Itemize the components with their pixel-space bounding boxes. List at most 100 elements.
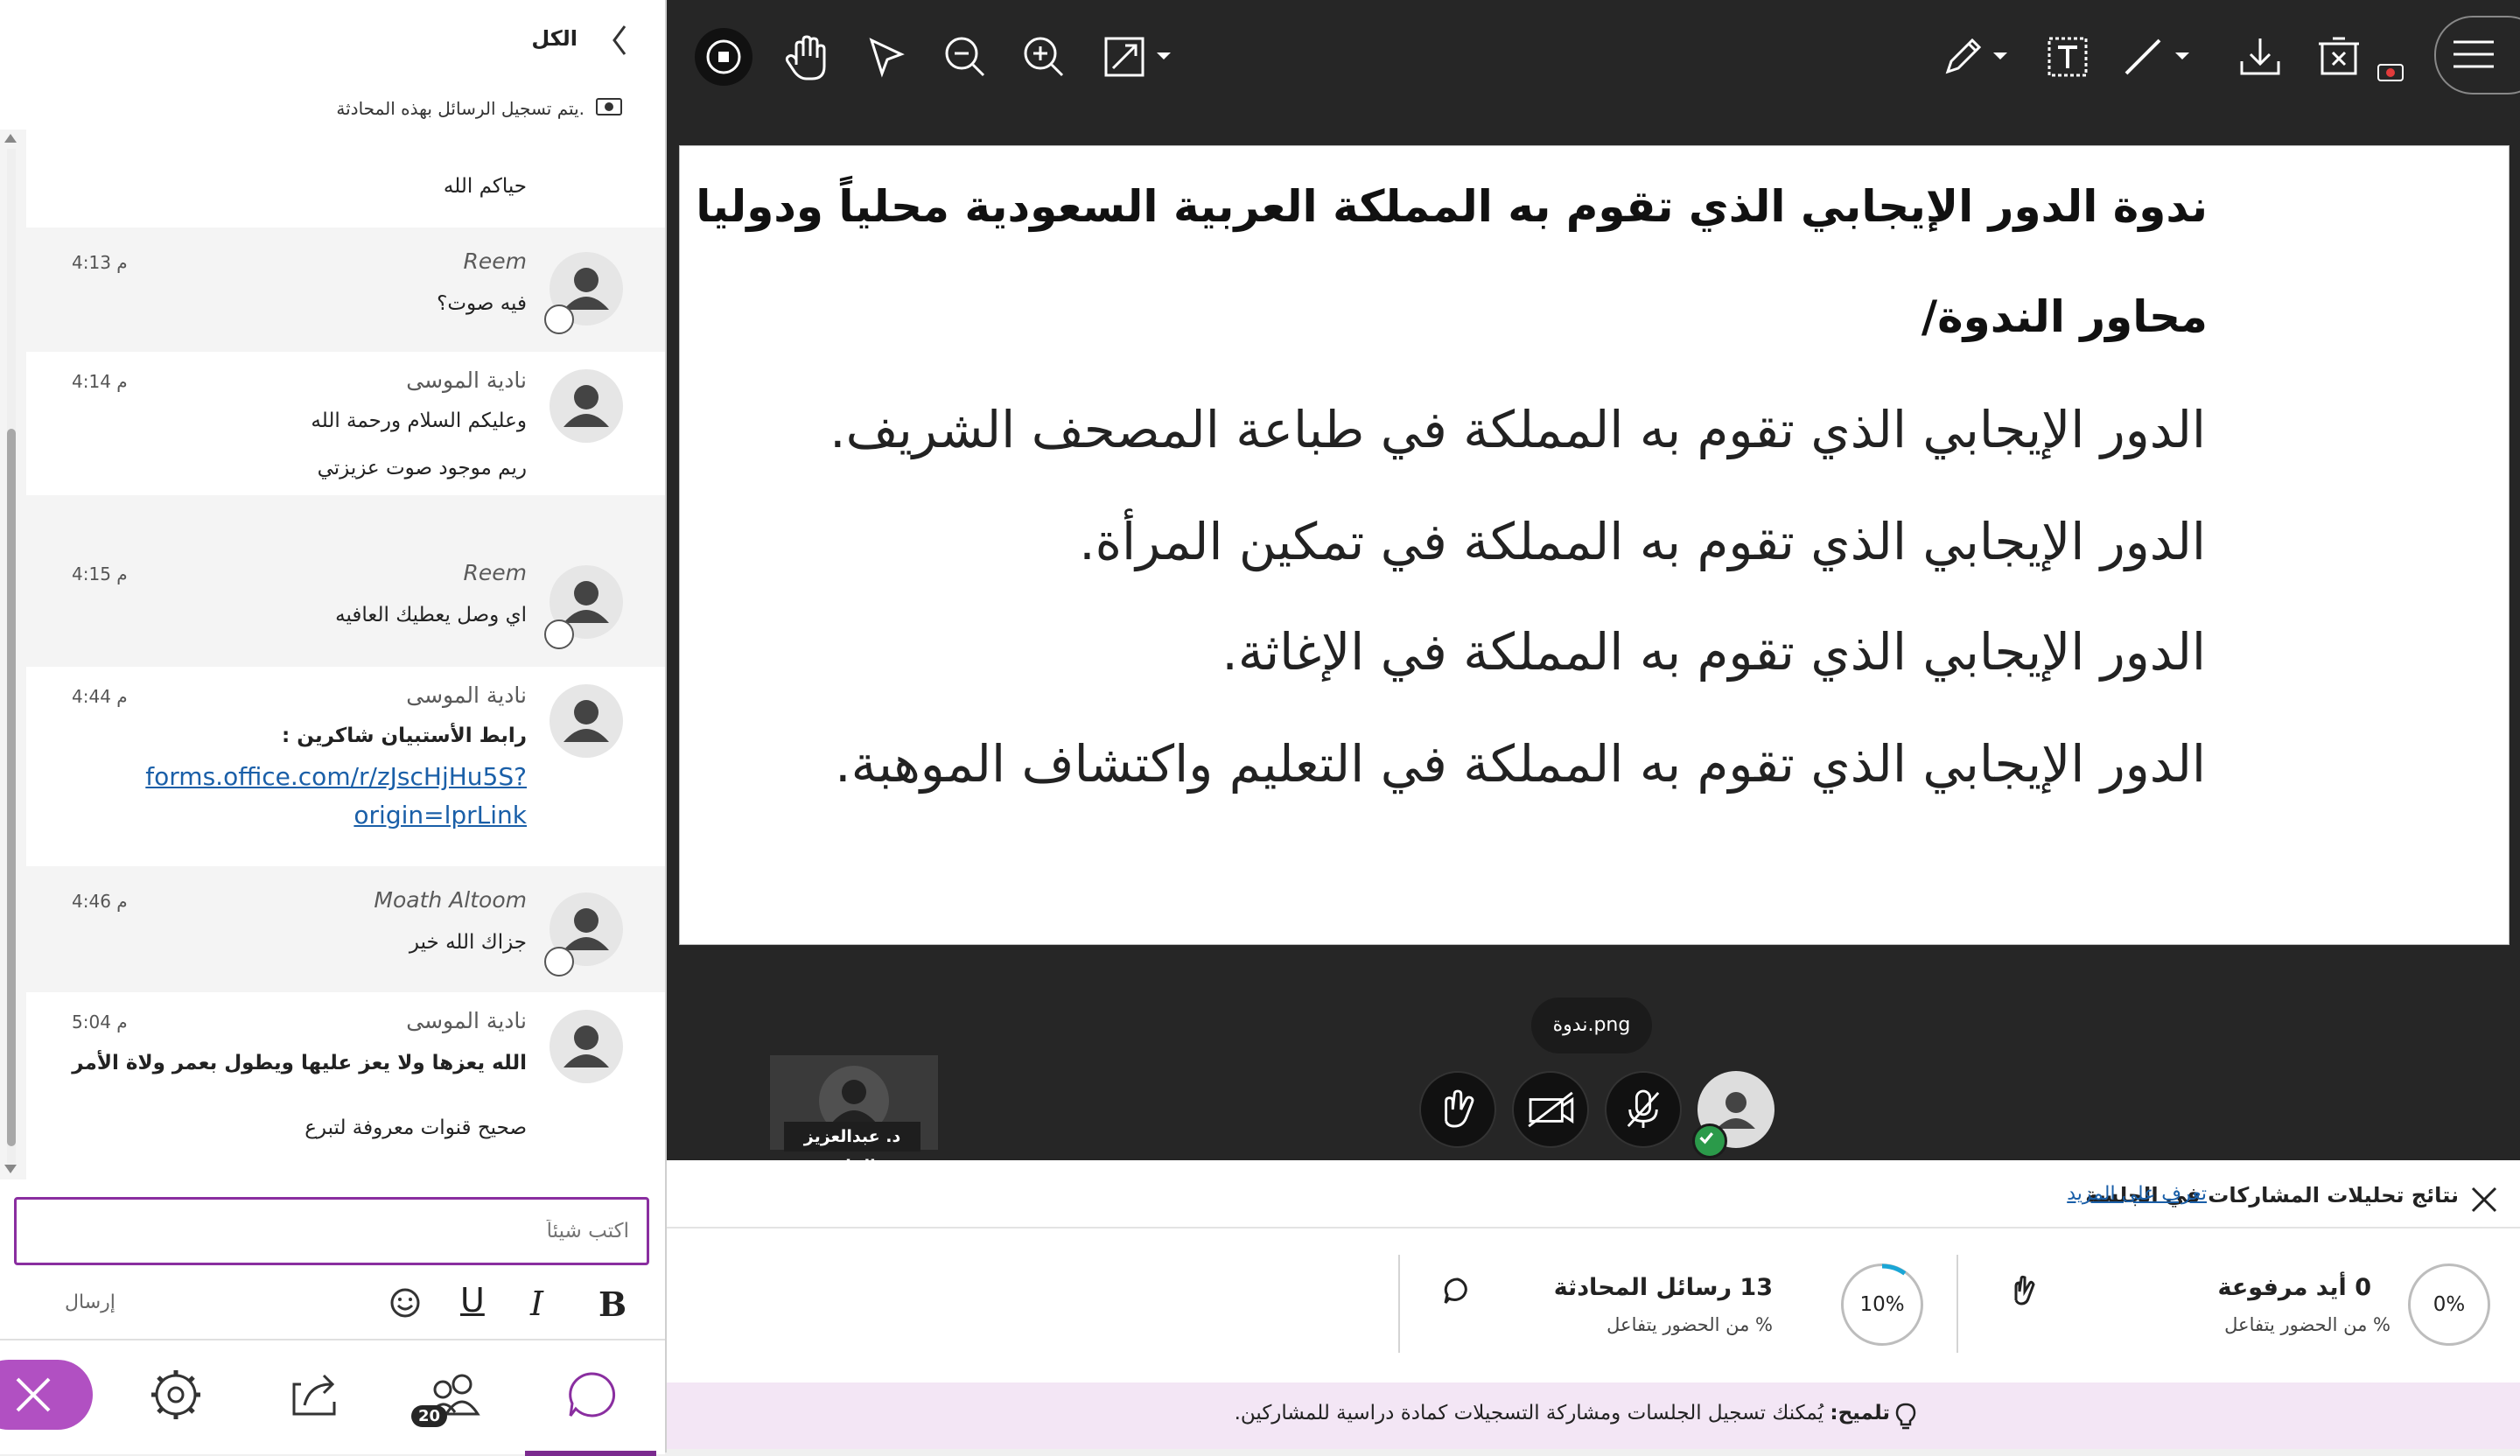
hands-percent-ring: 0% bbox=[2408, 1264, 2490, 1346]
scrollbar[interactable] bbox=[4, 131, 18, 1176]
close-panel-button[interactable] bbox=[0, 1360, 93, 1430]
presenter-tile[interactable]: د. عبدالعزيز الفايز bbox=[770, 1055, 938, 1176]
annotation-toolbar bbox=[667, 0, 2520, 114]
zoom-out-icon bbox=[945, 37, 985, 77]
chat-icon bbox=[569, 1372, 616, 1418]
hand-icon bbox=[1445, 1089, 1474, 1128]
recording-notice-text: يتم تسجيل الرسائل بهذه المحادثة. bbox=[336, 98, 584, 119]
chat-percent-ring: 10% bbox=[1841, 1264, 1923, 1346]
chat-title: الكل bbox=[531, 26, 578, 51]
divider bbox=[667, 1227, 2520, 1228]
mobile-icon bbox=[544, 620, 574, 649]
download-button[interactable] bbox=[2230, 26, 2291, 88]
message-text: اي وصل يعطيك العافيه bbox=[335, 604, 527, 626]
tab-share-content[interactable] bbox=[248, 1340, 380, 1451]
tab-settings[interactable] bbox=[110, 1340, 242, 1451]
stop-share-button[interactable] bbox=[693, 26, 754, 88]
sender-name: نادية الموسى bbox=[406, 682, 527, 708]
presenter-name: د. عبدالعزيز الفايز bbox=[784, 1122, 920, 1176]
chat-sub: % من الحضور يتفاعل bbox=[1606, 1314, 1773, 1335]
divider bbox=[1398, 1255, 1400, 1353]
list-item: نادية الموسى 4:44 م رابط الأستبيان شاكري… bbox=[26, 667, 665, 866]
raise-hand-icon bbox=[2014, 1275, 2035, 1306]
avatar bbox=[550, 1010, 623, 1083]
list-item: نادية الموسى 4:14 م وعليكم السلام ورحمة … bbox=[26, 352, 665, 495]
users-icon bbox=[427, 1374, 480, 1417]
my-status-button[interactable] bbox=[1692, 1071, 1774, 1158]
zoom-out-button[interactable] bbox=[934, 26, 996, 88]
sender-name: نادية الموسى bbox=[406, 368, 527, 393]
message-text: ريم موجود صوت عزيزتي bbox=[317, 457, 527, 480]
survey-link-cont[interactable]: origin=lprLink bbox=[354, 796, 527, 835]
tip-text: تلميح: يُمكنك تسجيل الجلسات ومشاركة التس… bbox=[1235, 1402, 1890, 1424]
list-item: Reem 4:15 م اي وصل يعطيك العافيه bbox=[26, 544, 665, 658]
pen-dropdown[interactable] bbox=[1983, 26, 2018, 88]
pan-button[interactable] bbox=[775, 26, 836, 88]
zoom-in-button[interactable] bbox=[1013, 26, 1074, 88]
check-icon bbox=[1692, 1124, 1727, 1158]
tab-chat[interactable] bbox=[525, 1340, 656, 1456]
hands-sub: % من الحضور يتفاعل bbox=[2224, 1314, 2390, 1335]
microphone-button[interactable] bbox=[1605, 1071, 1682, 1148]
chat-percent: 10% bbox=[1859, 1293, 1905, 1316]
stop-icon bbox=[695, 28, 752, 86]
session-analytics: نتائج تحليلات المشاركات في الجلسة تعرف ع… bbox=[667, 1160, 2520, 1382]
message-text: حياكم الله bbox=[443, 175, 527, 198]
emoji-icon[interactable] bbox=[388, 1286, 422, 1320]
scroll-down-icon[interactable] bbox=[4, 1164, 18, 1176]
message-text: الله يعزها ولا يعز عليها ويطول بعمر ولاة… bbox=[72, 1052, 527, 1074]
menu-button[interactable] bbox=[2434, 16, 2520, 94]
hamburger-icon bbox=[2454, 40, 2494, 68]
clear-button[interactable] bbox=[2308, 26, 2370, 88]
message-time: 4:15 م bbox=[72, 564, 128, 584]
camera-off-icon bbox=[1528, 1091, 1574, 1128]
list-item: Reem 4:13 م فيه صوت؟ bbox=[26, 231, 665, 345]
select-button[interactable] bbox=[854, 26, 915, 88]
pointer-icon bbox=[869, 38, 905, 78]
main-stage: ندوة الدور الإيجابي الذي تقوم به المملكة… bbox=[667, 0, 2520, 1176]
message-list[interactable]: حياكم الله Reem 4:13 م فيه صوت؟ نادية ال… bbox=[0, 130, 665, 1180]
list-item: Moath Altoom 4:46 م جزاك الله خير bbox=[26, 872, 665, 985]
scroll-up-icon[interactable] bbox=[4, 131, 18, 144]
raise-hand-button[interactable] bbox=[1419, 1071, 1496, 1148]
camera-button[interactable] bbox=[1512, 1071, 1589, 1148]
underline-button[interactable]: U bbox=[460, 1281, 485, 1320]
bold-button[interactable]: B bbox=[598, 1284, 626, 1324]
chevron-left-icon[interactable] bbox=[609, 23, 630, 58]
message-text: فيه صوت؟ bbox=[437, 292, 527, 315]
survey-link[interactable]: forms.office.com/r/zJscHjHu5S? bbox=[145, 758, 527, 796]
message-compose[interactable] bbox=[14, 1197, 649, 1265]
message-input[interactable] bbox=[17, 1200, 647, 1263]
slide-point: الدور الإيجابي الذي تقوم به المملكة في ت… bbox=[1079, 512, 2206, 571]
share-icon bbox=[292, 1374, 336, 1416]
message-text: جزاك الله خير bbox=[409, 931, 527, 954]
shared-slide: ندوة الدور الإيجابي الذي تقوم به المملكة… bbox=[679, 145, 2510, 945]
chat-panel: الكل يتم تسجيل الرسائل بهذه المحادثة. حي… bbox=[0, 0, 849, 1456]
zoom-in-icon bbox=[1024, 37, 1064, 77]
tab-attendees[interactable]: 20 bbox=[385, 1340, 849, 1451]
chat-header: الكل bbox=[0, 0, 665, 89]
recording-notice: يتم تسجيل الرسائل بهذه المحادثة. bbox=[0, 88, 665, 128]
message-time: 4:44 م bbox=[72, 686, 128, 707]
learn-more-link[interactable]: تعرف على المزيد bbox=[2067, 1183, 2207, 1205]
zoom-dropdown[interactable] bbox=[1146, 26, 1181, 88]
text-button[interactable] bbox=[2037, 26, 2098, 88]
slide-point: الدور الإيجابي الذي تقوم به المملكة في ا… bbox=[835, 734, 2206, 794]
scroll-thumb[interactable] bbox=[7, 429, 16, 1146]
hand-icon bbox=[785, 35, 826, 80]
line-dropdown[interactable] bbox=[2165, 26, 2200, 88]
slide-subtitle: محاور الندوة/ bbox=[1921, 291, 2208, 342]
chat-count: 13 رسائل المحادثة bbox=[1553, 1274, 1773, 1301]
message-time: 4:46 م bbox=[72, 891, 128, 912]
close-icon[interactable] bbox=[2469, 1185, 2499, 1214]
format-bar: إرسال U I B bbox=[0, 1278, 665, 1330]
avatar bbox=[550, 684, 623, 758]
gear-icon bbox=[151, 1370, 200, 1419]
slide-point: الدور الإيجابي الذي تقوم به المملكة في ط… bbox=[830, 400, 2206, 459]
italic-button[interactable]: I bbox=[530, 1284, 543, 1323]
mobile-icon bbox=[544, 304, 574, 334]
eraser-icon bbox=[2319, 37, 2359, 75]
send-button[interactable]: إرسال bbox=[65, 1292, 116, 1313]
caret-down-icon bbox=[1157, 52, 1171, 60]
recording-indicator bbox=[2373, 26, 2408, 88]
